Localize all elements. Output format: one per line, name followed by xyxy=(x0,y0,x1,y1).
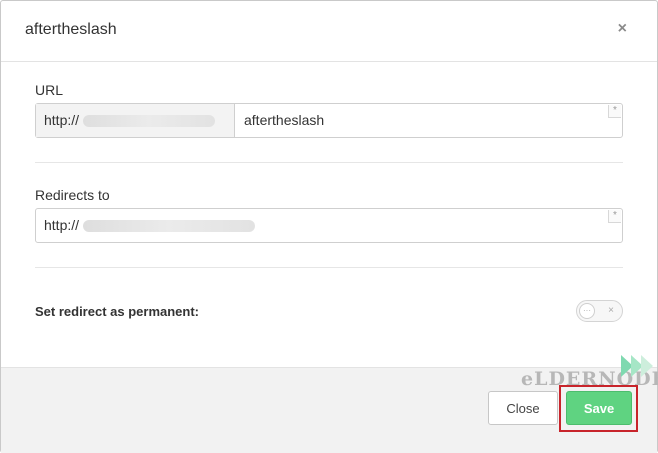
redirects-to-label: Redirects to xyxy=(35,187,110,203)
redirect-dialog: aftertheslash × URL http:// aftertheslas… xyxy=(0,0,658,453)
redacted-domain xyxy=(83,115,216,128)
dialog-body: URL http:// aftertheslash * Redirects to… xyxy=(1,62,657,366)
dialog-footer: eLDERNODE Close Save xyxy=(1,355,658,453)
toggle-off-icon: × xyxy=(608,305,614,316)
divider xyxy=(35,162,623,163)
close-button[interactable]: Close xyxy=(488,391,558,425)
url-path-value: aftertheslash xyxy=(244,112,325,128)
dialog-title: aftertheslash xyxy=(25,21,117,38)
url-path-input[interactable]: aftertheslash xyxy=(236,104,622,137)
redirect-target-value: http:// xyxy=(44,217,80,233)
dialog-header: aftertheslash × xyxy=(1,1,657,62)
url-label: URL xyxy=(35,82,64,98)
url-prefix: http:// xyxy=(36,104,235,137)
redirect-target-input[interactable]: http:// * xyxy=(35,208,623,243)
watermark-arrow-icon xyxy=(621,355,653,377)
close-icon[interactable]: × xyxy=(618,21,627,37)
redacted-target xyxy=(83,220,256,233)
divider xyxy=(35,267,623,268)
permanent-toggle[interactable]: ··· × xyxy=(576,300,623,322)
save-button[interactable]: Save xyxy=(566,391,632,425)
required-asterisk-icon: * xyxy=(608,105,621,118)
permanent-label: Set redirect as permanent: xyxy=(35,304,200,319)
url-prefix-text: http:// xyxy=(44,112,80,128)
toggle-knob: ··· xyxy=(579,303,595,319)
url-field-group: http:// aftertheslash * xyxy=(35,103,623,138)
required-asterisk-icon: * xyxy=(608,210,621,223)
